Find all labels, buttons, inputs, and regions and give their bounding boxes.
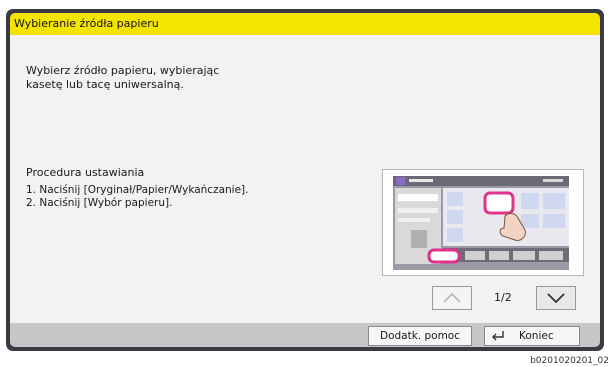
- chevron-up-icon: [443, 293, 461, 303]
- illustration-panel-screenshot: [382, 169, 584, 276]
- return-arrow-icon: [492, 331, 504, 341]
- page-indicator: 1/2: [494, 291, 512, 304]
- bottom-action-bar: Dodatk. pomoc Koniec: [10, 323, 600, 347]
- additional-help-label: Dodatk. pomoc: [380, 330, 460, 342]
- additional-help-button[interactable]: Dodatk. pomoc: [368, 326, 472, 346]
- procedure-steps: 1. Naciśnij [Oryginał/Papier/Wykańczanie…: [26, 184, 249, 210]
- page-title: Wybieranie źródła papieru: [14, 17, 159, 30]
- end-button-label: Koniec: [519, 330, 554, 342]
- title-bar: Wybieranie źródła papieru: [10, 13, 600, 35]
- end-button[interactable]: Koniec: [484, 326, 580, 346]
- illustration-image: [393, 176, 569, 270]
- previous-page-button[interactable]: [432, 286, 472, 310]
- procedure-step: 2. Naciśnij [Wybór papieru].: [26, 197, 173, 209]
- help-content: Wybierz źródło papieru, wybierając kaset…: [10, 35, 600, 323]
- description-text: Wybierz źródło papieru, wybierając kaset…: [26, 64, 220, 91]
- image-reference-code: b0201020201_02: [530, 356, 609, 366]
- procedure-step: 1. Naciśnij [Oryginał/Papier/Wykańczanie…: [26, 184, 249, 196]
- next-page-button[interactable]: [536, 286, 576, 310]
- chevron-down-icon: [547, 293, 565, 303]
- procedure-title: Procedura ustawiania: [26, 166, 145, 179]
